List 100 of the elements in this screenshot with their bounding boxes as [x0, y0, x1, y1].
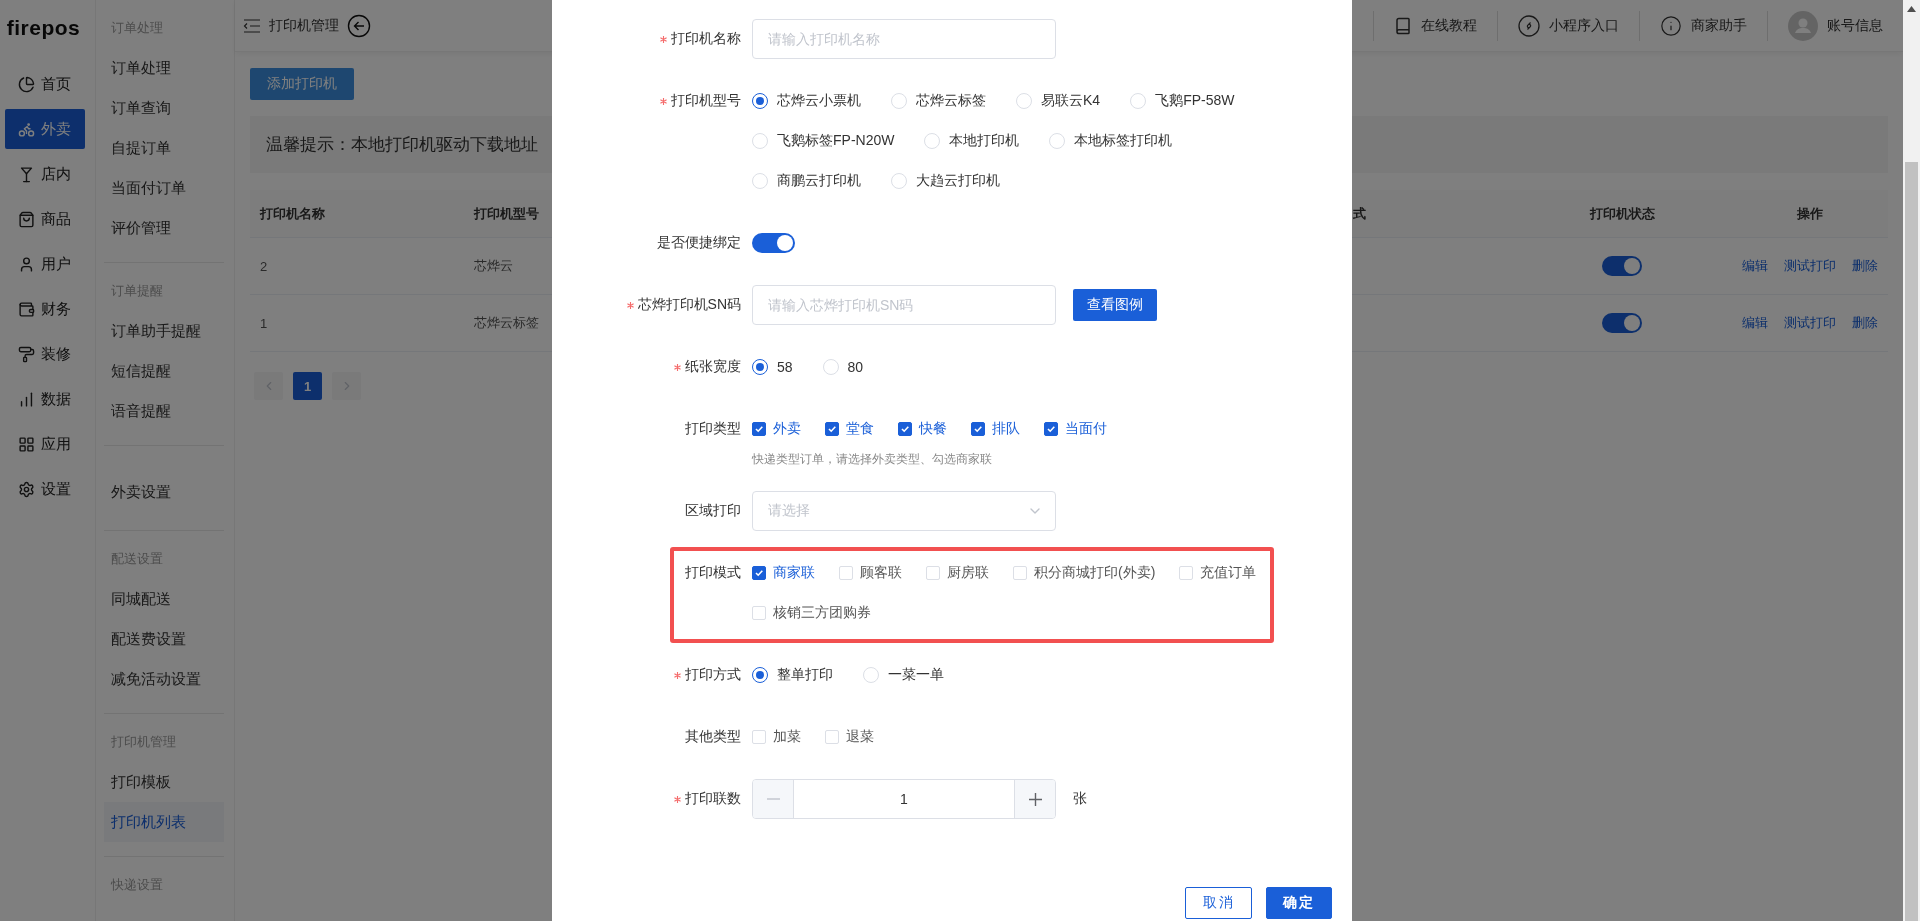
text-field[interactable]: 请输入打印机名称: [752, 19, 1056, 59]
status-switch[interactable]: [1602, 256, 1642, 276]
nav-item[interactable]: 财务: [4, 289, 85, 329]
option-label: 加菜: [773, 728, 801, 746]
status-switch[interactable]: [1602, 313, 1642, 333]
increase-button[interactable]: [1014, 780, 1055, 818]
next-page-button[interactable]: [332, 372, 361, 400]
number-stepper[interactable]: 1: [752, 779, 1056, 819]
submenu-item[interactable]: 订单助手提醒: [104, 311, 224, 351]
checkbox[interactable]: [971, 422, 985, 436]
checkbox[interactable]: [752, 566, 766, 580]
header-link[interactable]: 账号信息: [1767, 10, 1903, 41]
radio-option[interactable]: 本地标签打印机: [1049, 121, 1173, 161]
checkbox-option[interactable]: 外卖: [752, 409, 801, 449]
nav-item[interactable]: 设置: [4, 469, 85, 509]
checkbox-option[interactable]: 排队: [971, 409, 1020, 449]
radio-option[interactable]: 一菜一单: [863, 655, 944, 695]
view-example-button[interactable]: 查看图例: [1073, 289, 1157, 321]
action-link[interactable]: 删除: [1852, 314, 1878, 332]
checkbox-option[interactable]: 当面付: [1044, 409, 1107, 449]
radio-option[interactable]: 商鹏云打印机: [752, 161, 861, 201]
scrollbar-thumb[interactable]: [1905, 162, 1918, 921]
table-cell: 2: [250, 238, 464, 295]
decrease-button[interactable]: [753, 780, 794, 818]
header-link[interactable]: 在线教程: [1373, 10, 1497, 41]
option-label: 整单打印: [777, 666, 833, 684]
radio-option[interactable]: 58: [752, 347, 793, 387]
submenu-item[interactable]: 订单查询: [104, 88, 224, 128]
submenu-item[interactable]: 短信提醒: [104, 351, 224, 391]
page-button[interactable]: 1: [293, 372, 322, 400]
prev-page-button[interactable]: [254, 372, 283, 400]
field-label: 打印机名称: [671, 30, 741, 48]
field-label: 其他类型: [685, 728, 741, 746]
text-field[interactable]: 请输入芯烨打印机SN码: [752, 285, 1056, 325]
radio-option[interactable]: 80: [822, 347, 864, 387]
submenu-item[interactable]: 打印模板: [104, 762, 224, 802]
add-printer-button[interactable]: 添加打印机: [250, 68, 354, 100]
checkbox[interactable]: [752, 422, 766, 436]
header-link[interactable]: 小程序入口: [1497, 10, 1639, 41]
nav-item[interactable]: 外卖: [4, 109, 85, 149]
radio-option[interactable]: 飞鹅FP-58W: [1130, 81, 1235, 121]
option-label: 58: [777, 359, 793, 375]
nav-item[interactable]: 首页: [4, 64, 85, 104]
checkbox-option[interactable]: 顾客联: [839, 553, 902, 593]
submenu-item[interactable]: 同城配送: [104, 579, 224, 619]
stepper-value: 1: [899, 790, 909, 809]
radio-option[interactable]: 飞鹅标签FP-N20W: [752, 121, 895, 161]
checkbox-option[interactable]: 快餐: [898, 409, 947, 449]
submenu-item[interactable]: 外卖设置: [104, 472, 224, 512]
confirm-button[interactable]: 确定: [1266, 887, 1332, 919]
submenu-item[interactable]: 自提订单: [104, 128, 224, 168]
checkbox-option[interactable]: 核销三方团购券: [752, 593, 871, 633]
action-link[interactable]: 编辑: [1742, 314, 1768, 332]
action-link[interactable]: 测试打印: [1784, 257, 1836, 275]
toggle-switch[interactable]: [752, 233, 795, 253]
submenu-item[interactable]: 打印机列表: [104, 802, 224, 842]
submenu-item[interactable]: 语音提醒: [104, 391, 224, 431]
checkbox-option[interactable]: 堂食: [825, 409, 874, 449]
field-label: 纸张宽度: [685, 358, 741, 376]
checkbox-option[interactable]: 厨房联: [926, 553, 989, 593]
action-link[interactable]: 删除: [1852, 257, 1878, 275]
option-label: 厨房联: [947, 564, 989, 582]
nav-item[interactable]: 店内: [4, 154, 85, 194]
nav-item[interactable]: 数据: [4, 379, 85, 419]
header-link[interactable]: 商家助手: [1639, 10, 1767, 41]
scrollbar[interactable]: [1903, 0, 1920, 921]
submenu-item[interactable]: 评价管理: [104, 208, 224, 248]
submenu-item[interactable]: 配送费设置: [104, 619, 224, 659]
nav-item[interactable]: 装修: [4, 334, 85, 374]
checkbox-option[interactable]: 积分商城打印(外卖): [1013, 553, 1156, 593]
radio-option[interactable]: 易联云K4: [1016, 81, 1101, 121]
checkbox[interactable]: [898, 422, 912, 436]
checkbox[interactable]: [825, 422, 839, 436]
radio-option[interactable]: 大趋云打印机: [891, 161, 1000, 201]
radio-option[interactable]: 芯烨云小票机: [752, 81, 861, 121]
radio-option[interactable]: 芯烨云标签: [891, 81, 986, 121]
radio-option[interactable]: 本地打印机: [924, 121, 1020, 161]
hint-text: 快递类型订单，请选择外卖类型、勾选商家联: [752, 450, 993, 468]
cocktail-icon: [18, 165, 35, 183]
cancel-button[interactable]: 取消: [1185, 887, 1252, 919]
submenu-item[interactable]: 订单处理: [104, 48, 224, 88]
check-icon: [900, 424, 910, 434]
select-placeholder: 请选择: [768, 502, 810, 520]
checkbox-option[interactable]: 充值订单: [1179, 553, 1257, 593]
checkbox-option[interactable]: 加菜: [752, 717, 801, 757]
action-link[interactable]: 编辑: [1742, 257, 1768, 275]
link-circle-icon: [1518, 14, 1540, 37]
plus-icon: [1028, 792, 1042, 806]
nav-item[interactable]: 应用: [4, 424, 85, 464]
checkbox-option[interactable]: 退菜: [825, 717, 874, 757]
action-link[interactable]: 测试打印: [1784, 314, 1836, 332]
radio-option[interactable]: 整单打印: [752, 655, 833, 695]
submenu-item[interactable]: 减免活动设置: [104, 659, 224, 699]
scroll-up-icon[interactable]: [1907, 6, 1916, 12]
checkbox[interactable]: [1044, 422, 1058, 436]
nav-item[interactable]: 商品: [4, 199, 85, 239]
submenu-item[interactable]: 当面付订单: [104, 168, 224, 208]
option-label: 当面付: [1065, 420, 1107, 438]
nav-item[interactable]: 用户: [4, 244, 85, 284]
checkbox-option[interactable]: 商家联: [752, 553, 815, 593]
